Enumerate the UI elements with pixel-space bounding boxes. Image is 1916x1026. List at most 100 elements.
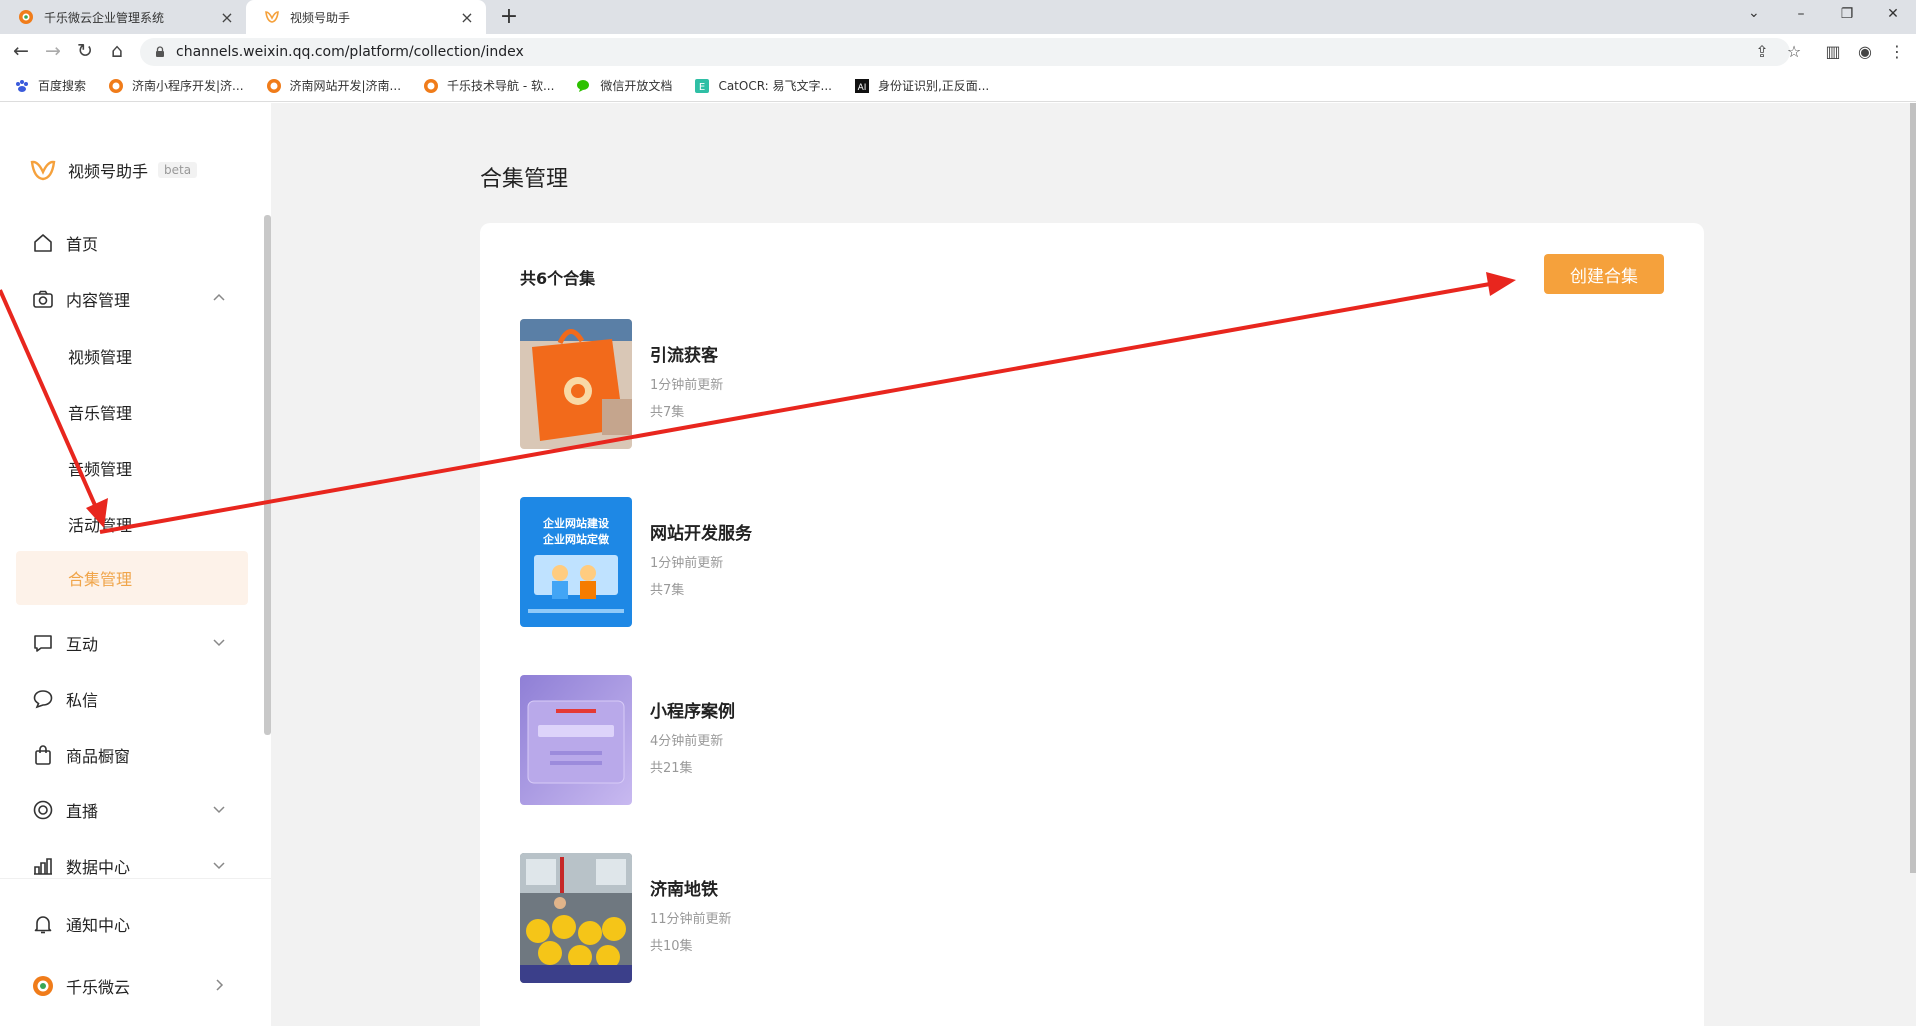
star-icon[interactable]: ☆	[1783, 42, 1805, 61]
collection-item[interactable]: 济南地铁 11分钟前更新 共10集	[520, 853, 1320, 985]
restore-icon[interactable]: ❐	[1824, 0, 1870, 30]
thumb-text-line-2: 企业网站定做	[542, 532, 610, 546]
chevron-down-icon[interactable]	[210, 800, 228, 818]
collection-episode-count: 共10集	[650, 939, 693, 954]
qianle-logo-icon	[424, 78, 439, 93]
beta-badge: beta	[158, 162, 198, 178]
ai-icon: AI	[854, 78, 869, 93]
collection-updated: 11分钟前更新	[650, 912, 732, 927]
brand-name: 视频号助手	[68, 162, 149, 181]
collection-episode-count: 共7集	[650, 405, 685, 420]
sidebar-subitem-label: 视频管理	[68, 348, 133, 367]
side-panel-icon[interactable]: ▥	[1822, 42, 1844, 61]
sidebar-item-notifications[interactable]: 通知中心	[16, 904, 248, 944]
tab-qianle-system[interactable]: 千乐微云企业管理系统 ×	[0, 0, 246, 34]
forward-icon[interactable]: →	[40, 40, 66, 62]
sidebar-item-home[interactable]: 首页	[16, 223, 248, 263]
home-icon	[34, 234, 52, 252]
sidebar-scrollbar[interactable]	[264, 215, 271, 735]
brand-logo[interactable]: 视频号助手 beta	[30, 158, 198, 182]
sidebar-item-label: 私信	[66, 691, 99, 710]
svg-text:AI: AI	[858, 83, 867, 93]
live-icon	[33, 800, 53, 820]
chevron-right-icon[interactable]	[210, 976, 228, 994]
sidebar-subitem-video[interactable]: 视频管理	[16, 336, 248, 376]
browser-tab-bar: 千乐微云企业管理系统 × 视频号助手 × + ⌄ – ❐ ✕	[0, 0, 1916, 34]
sidebar-item-label: 商品橱窗	[66, 747, 131, 766]
channels-logo-icon	[265, 11, 279, 23]
new-tab-button[interactable]: +	[496, 4, 522, 29]
sidebar-item-interaction[interactable]: 互动	[16, 623, 248, 663]
sidebar-item-account[interactable]: 千乐微云	[16, 966, 248, 1006]
lock-icon	[156, 46, 164, 57]
page-body: 视频号助手 beta 首页 内容管理 视频管理 音乐管理 音频管理 活动管理 合…	[0, 103, 1916, 1026]
collection-item[interactable]: 小程序案例 4分钟前更新 共21集	[520, 675, 1320, 807]
close-icon[interactable]: ×	[218, 8, 236, 27]
collection-item[interactable]: 企业网站建设 企业网站定做 网站开发服务 1分钟前更新 共7集	[520, 497, 1320, 629]
collection-thumbnail	[520, 853, 632, 983]
wechat-icon	[577, 79, 590, 92]
collection-name: 小程序案例	[650, 702, 735, 722]
bookmark-label: 千乐技术导航 - 软...	[447, 79, 555, 93]
profile-icon[interactable]: ◉	[1854, 42, 1876, 61]
browser-toolbar: ← → ↻ ⌂ channels.weixin.qq.com/platform/…	[0, 34, 1916, 70]
home-icon[interactable]: ⌂	[104, 40, 130, 62]
reload-icon[interactable]: ↻	[72, 40, 98, 62]
catocr-icon: E	[695, 78, 710, 93]
tab-title: 视频号助手	[290, 10, 351, 25]
chevron-down-icon[interactable]	[210, 633, 228, 651]
page-title: 合集管理	[480, 167, 569, 192]
paw-icon	[16, 79, 28, 92]
bookmark-item[interactable]: 千乐技术导航 - 软...	[423, 77, 554, 94]
sidebar-item-label: 千乐微云	[66, 978, 131, 997]
address-bar[interactable]: channels.weixin.qq.com/platform/collecti…	[140, 38, 1790, 66]
close-icon[interactable]: ×	[458, 8, 476, 27]
sidebar-item-content[interactable]: 内容管理	[16, 279, 248, 319]
chevron-down-icon[interactable]: ⌄	[1748, 5, 1760, 21]
page-scrollbar[interactable]	[1910, 103, 1916, 873]
collection-item[interactable]: 引流获客 1分钟前更新 共7集	[520, 319, 1320, 451]
sidebar-item-live[interactable]: 直播	[16, 790, 248, 830]
bookmark-label: 济南小程序开发|济...	[132, 79, 244, 93]
url-text: channels.weixin.qq.com/platform/collecti…	[176, 44, 524, 60]
qianle-logo-icon	[266, 78, 281, 93]
sidebar-item-shop[interactable]: 商品橱窗	[16, 735, 248, 775]
share-icon[interactable]: ⇪	[1751, 42, 1773, 61]
sidebar-subitem-music[interactable]: 音乐管理	[16, 392, 248, 432]
collection-name: 网站开发服务	[650, 524, 752, 544]
sidebar-item-data-center[interactable]: 数据中心	[16, 846, 248, 886]
shopping-bag-icon	[35, 745, 51, 765]
collection-updated: 1分钟前更新	[650, 378, 724, 393]
bell-icon	[34, 916, 52, 934]
create-collection-button[interactable]: 创建合集	[1544, 254, 1664, 294]
sidebar-subitem-activity[interactable]: 活动管理	[16, 504, 248, 544]
sidebar-subitem-audio[interactable]: 音频管理	[16, 448, 248, 488]
bookmark-label: 济南网站开发|济南...	[289, 79, 402, 93]
bookmark-item[interactable]: 济南小程序开发|济...	[108, 77, 244, 94]
tab-channels-assistant[interactable]: 视频号助手 ×	[246, 0, 486, 34]
sidebar-item-messages[interactable]: 私信	[16, 679, 248, 719]
bookmark-item[interactable]: 百度搜索	[14, 77, 86, 94]
sidebar-item-label: 数据中心	[66, 858, 131, 877]
collection-updated: 4分钟前更新	[650, 734, 724, 749]
bookmark-item[interactable]: 济南网站开发|济南...	[266, 77, 402, 94]
chevron-down-icon[interactable]	[210, 856, 228, 874]
collection-thumbnail	[520, 675, 632, 805]
menu-icon[interactable]: ⋮	[1886, 42, 1908, 61]
back-icon[interactable]: ←	[8, 40, 34, 62]
collection-thumbnail: 企业网站建设 企业网站定做	[520, 497, 632, 627]
sidebar-item-label: 直播	[66, 802, 99, 821]
bookmark-item[interactable]: AI 身份证识别,正反面...	[854, 77, 989, 94]
bookmark-item[interactable]: 微信开放文档	[576, 77, 672, 94]
minimize-icon[interactable]: –	[1778, 0, 1824, 30]
message-bubble-icon	[33, 690, 53, 709]
tab-title: 千乐微云企业管理系统	[44, 10, 165, 25]
close-window-icon[interactable]: ✕	[1870, 0, 1916, 30]
chevron-up-icon[interactable]	[210, 289, 228, 307]
sidebar-subitem-collections[interactable]: 合集管理	[16, 551, 248, 605]
sidebar-divider	[0, 878, 271, 879]
sidebar-item-label: 互动	[66, 635, 99, 654]
bookmark-item[interactable]: E CatOCR: 易飞文字...	[694, 77, 832, 94]
sidebar-subitem-label: 合集管理	[68, 570, 133, 589]
bookmarks-bar: 百度搜索 济南小程序开发|济... 济南网站开发|济南... 千乐技术导航 - …	[0, 70, 1916, 102]
